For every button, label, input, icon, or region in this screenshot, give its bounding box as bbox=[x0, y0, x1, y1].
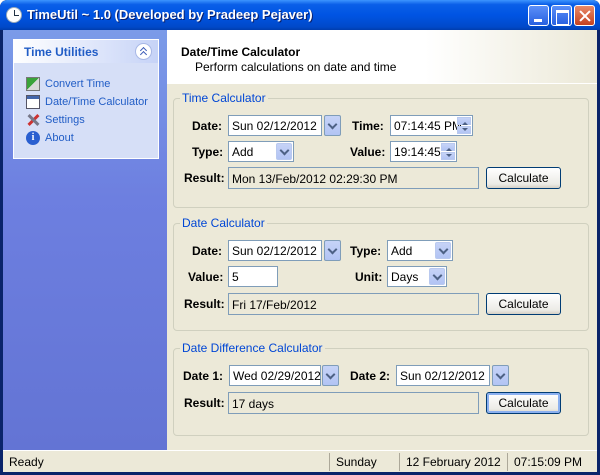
sidebar-item-label: About bbox=[45, 132, 74, 144]
window-title: TimeUtil ~ 1.0 (Developed by Pradeep Pej… bbox=[27, 7, 313, 22]
group-title: Date Difference Calculator bbox=[180, 341, 325, 355]
chevron-down-icon[interactable] bbox=[429, 268, 445, 285]
type-value: Add bbox=[232, 145, 254, 159]
chevron-down-icon[interactable] bbox=[276, 143, 292, 160]
result-field: 17 days bbox=[228, 392, 479, 414]
date-picker[interactable]: Sun 02/12/2012 bbox=[228, 240, 322, 261]
main-content: Date/Time Calculator Perform calculation… bbox=[167, 30, 597, 450]
date2-label: Date 2: bbox=[350, 369, 391, 383]
type-select[interactable]: Add bbox=[228, 141, 294, 162]
date-value: Sun 02/12/2012 bbox=[232, 244, 317, 258]
time-value: 07:14:45 PM bbox=[394, 119, 463, 133]
sidebar-item-settings[interactable]: Settings bbox=[26, 112, 156, 128]
time-calculator-group: Time Calculator Date: Sun 02/12/2012 Tim… bbox=[173, 91, 589, 208]
value-label: Value: bbox=[350, 145, 386, 159]
date-dropdown-chevron-icon[interactable] bbox=[324, 115, 341, 136]
convert-icon bbox=[26, 77, 40, 91]
sidebar-item-datetime-calculator[interactable]: Date/Time Calculator bbox=[26, 94, 156, 110]
date-picker[interactable]: Sun 02/12/2012 bbox=[228, 115, 322, 136]
sidebar-item-convert-time[interactable]: Convert Time bbox=[26, 76, 156, 92]
page-subtitle: Perform calculations on date and time bbox=[195, 60, 397, 74]
spin-down-icon[interactable] bbox=[441, 152, 455, 160]
group-title: Time Calculator bbox=[180, 91, 268, 105]
value-spinner[interactable]: 19:14:45 bbox=[390, 141, 457, 162]
app-window: TimeUtil ~ 1.0 (Developed by Pradeep Pej… bbox=[0, 0, 600, 475]
time-spinner[interactable]: 07:14:45 PM bbox=[390, 115, 473, 136]
spin-down-icon[interactable] bbox=[457, 126, 471, 134]
result-field: Mon 13/Feb/2012 02:29:30 PM bbox=[228, 167, 479, 189]
value-input[interactable]: 5 bbox=[228, 266, 278, 287]
date2-dropdown-chevron-icon[interactable] bbox=[492, 365, 509, 386]
date-label: Date: bbox=[192, 119, 223, 133]
time-spin-buttons[interactable] bbox=[457, 117, 471, 134]
title-bar[interactable]: TimeUtil ~ 1.0 (Developed by Pradeep Pej… bbox=[0, 0, 600, 30]
calculate-button[interactable]: Calculate bbox=[486, 392, 561, 414]
collapse-chevron-icon[interactable] bbox=[135, 43, 152, 60]
date-calculator-group: Date Calculator Date: Sun 02/12/2012 Typ… bbox=[173, 216, 589, 331]
page-title: Date/Time Calculator bbox=[181, 45, 301, 59]
spin-up-icon[interactable] bbox=[457, 117, 471, 125]
date-dropdown-chevron-icon[interactable] bbox=[324, 240, 341, 261]
sidebar-item-label: Convert Time bbox=[45, 78, 111, 90]
type-label: Type: bbox=[350, 244, 382, 258]
sidebar-item-label: Date/Time Calculator bbox=[45, 96, 148, 108]
group-title: Date Calculator bbox=[180, 216, 267, 230]
date1-picker[interactable]: Wed 02/29/2012 bbox=[229, 365, 321, 386]
value-label: Value: bbox=[188, 270, 224, 284]
calculate-button[interactable]: Calculate bbox=[486, 293, 561, 315]
result-value: Fri 17/Feb/2012 bbox=[232, 298, 317, 312]
result-value: Mon 13/Feb/2012 02:29:30 PM bbox=[232, 172, 398, 186]
value-value: 19:14:45 bbox=[394, 145, 441, 159]
calculate-button[interactable]: Calculate bbox=[486, 167, 561, 189]
result-value: 17 days bbox=[232, 397, 275, 411]
maximize-button[interactable] bbox=[551, 5, 572, 26]
unit-label: Unit: bbox=[355, 270, 383, 284]
task-pane-header[interactable]: Time Utilities bbox=[14, 40, 158, 63]
tools-icon bbox=[26, 113, 40, 127]
status-text: Ready bbox=[9, 455, 44, 469]
date-label: Date: bbox=[192, 244, 223, 258]
result-label: Result: bbox=[184, 171, 225, 185]
date-value: Sun 02/12/2012 bbox=[232, 119, 317, 133]
status-date: 12 February 2012 bbox=[399, 453, 507, 471]
type-select[interactable]: Add bbox=[387, 240, 453, 261]
unit-select[interactable]: Days bbox=[387, 266, 447, 287]
minimize-button[interactable] bbox=[528, 5, 549, 26]
content-header: Date/Time Calculator Perform calculation… bbox=[167, 30, 597, 84]
task-pane-title: Time Utilities bbox=[24, 45, 99, 59]
time-label: Time: bbox=[352, 119, 384, 133]
date1-label: Date 1: bbox=[183, 369, 224, 383]
close-button[interactable] bbox=[574, 5, 595, 26]
status-day: Sunday bbox=[329, 453, 399, 471]
chevron-down-icon[interactable] bbox=[435, 242, 451, 259]
result-label: Result: bbox=[184, 396, 225, 410]
date1-dropdown-chevron-icon[interactable] bbox=[322, 365, 339, 386]
clock-icon[interactable] bbox=[6, 7, 22, 23]
sidebar-item-about[interactable]: i About bbox=[26, 130, 156, 146]
spin-up-icon[interactable] bbox=[441, 143, 455, 151]
result-field: Fri 17/Feb/2012 bbox=[228, 293, 479, 315]
status-time: 07:15:09 PM bbox=[507, 453, 597, 471]
date-difference-calculator-group: Date Difference Calculator Date 1: Wed 0… bbox=[173, 341, 589, 436]
date2-value: Sun 02/12/2012 bbox=[400, 369, 485, 383]
sidebar: Time Utilities Convert Time Date/Time Ca… bbox=[3, 30, 167, 450]
task-pane: Time Utilities Convert Time Date/Time Ca… bbox=[13, 39, 159, 159]
value-spin-buttons[interactable] bbox=[441, 143, 455, 160]
type-label: Type: bbox=[192, 145, 224, 159]
type-value: Add bbox=[391, 244, 413, 258]
calendar-icon bbox=[26, 95, 40, 109]
sidebar-item-label: Settings bbox=[45, 114, 85, 126]
result-label: Result: bbox=[184, 297, 225, 311]
status-bar: Ready Sunday 12 February 2012 07:15:09 P… bbox=[3, 450, 597, 472]
unit-value: Days bbox=[391, 270, 419, 284]
date2-picker[interactable]: Sun 02/12/2012 bbox=[396, 365, 490, 386]
date1-value: Wed 02/29/2012 bbox=[233, 369, 321, 383]
value-value: 5 bbox=[232, 270, 239, 284]
info-icon: i bbox=[26, 131, 40, 145]
